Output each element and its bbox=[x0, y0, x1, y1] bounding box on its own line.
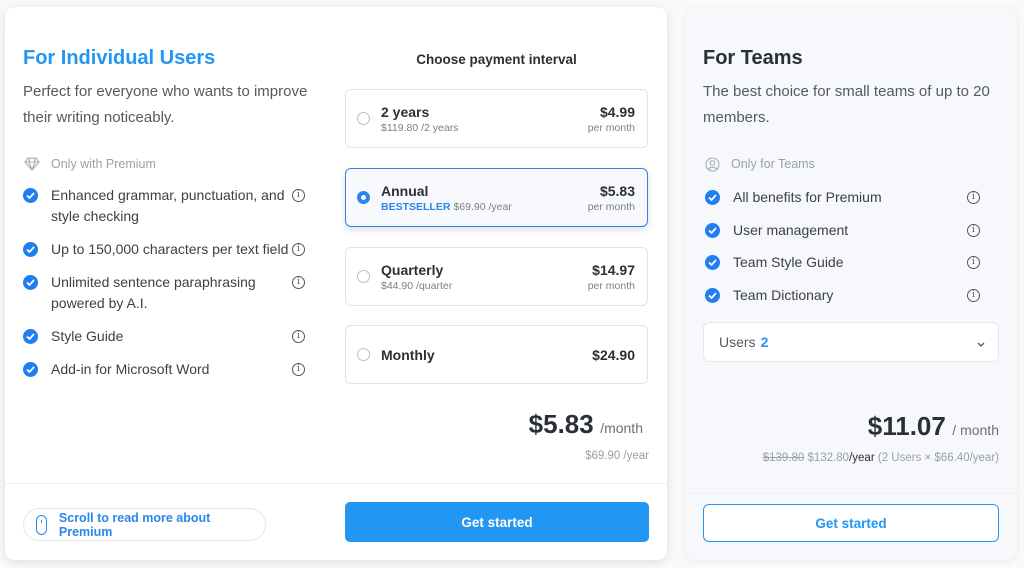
option-name: Monthly bbox=[381, 346, 435, 363]
option-price: $4.99 bbox=[599, 103, 635, 120]
feature-label: User management bbox=[733, 221, 849, 238]
premium-section-label: Only with Premium bbox=[23, 155, 156, 173]
teams-total-price: $11.07 / month bbox=[868, 411, 999, 442]
footer-divider bbox=[5, 483, 667, 484]
individual-total-price: $5.83 /month bbox=[529, 409, 643, 440]
check-circle-icon bbox=[23, 329, 38, 344]
info-icon[interactable]: i bbox=[967, 256, 980, 269]
teams-plan-subtitle: The best choice for small teams of up to… bbox=[703, 83, 990, 126]
users-count-select[interactable]: Users 2 bbox=[703, 322, 999, 362]
check-circle-icon bbox=[23, 242, 38, 257]
option-name: Quarterly bbox=[381, 261, 444, 278]
feature-item: Team Style Guide i bbox=[705, 252, 980, 273]
users-select-label: Users bbox=[719, 334, 756, 350]
premium-section-text: Only with Premium bbox=[51, 157, 156, 171]
bestseller-badge: BESTSELLER bbox=[381, 200, 451, 213]
scroll-hint-label: Scroll to read more about Premium bbox=[58, 510, 211, 539]
individual-feature-list: Enhanced grammar, punctuation, and style… bbox=[23, 185, 305, 392]
diamond-icon bbox=[23, 155, 41, 173]
feature-item: User management i bbox=[705, 220, 980, 241]
feature-label: Team Dictionary bbox=[733, 286, 834, 303]
info-icon[interactable]: i bbox=[292, 363, 305, 376]
check-circle-icon bbox=[705, 287, 720, 303]
feature-label: Unlimited sentence paraphrasing powered … bbox=[51, 274, 256, 311]
teams-plan-title: For Teams bbox=[703, 47, 803, 69]
check-circle-icon bbox=[23, 362, 38, 377]
interval-option-quarterly[interactable]: Quarterly $44.90 /quarter $14.97 per mon… bbox=[345, 247, 648, 306]
individual-plan-title: For Individual Users bbox=[23, 47, 216, 69]
teams-get-started-button[interactable]: Get started bbox=[703, 504, 999, 542]
total-price-unit: / month bbox=[952, 422, 999, 438]
info-icon[interactable]: i bbox=[292, 189, 305, 202]
info-icon[interactable]: i bbox=[292, 243, 305, 256]
option-per: per month bbox=[587, 279, 635, 292]
radio-button[interactable] bbox=[357, 270, 370, 283]
users-select-value: 2 bbox=[760, 334, 769, 350]
check-circle-icon bbox=[23, 188, 38, 203]
payment-interval-title: Choose payment interval bbox=[416, 52, 577, 67]
total-price-value: $5.83 bbox=[528, 409, 594, 439]
individual-plan-subtitle: Perfect for everyone who wants to improv… bbox=[23, 83, 308, 126]
info-icon[interactable]: i bbox=[967, 223, 980, 237]
option-price: $5.83 bbox=[599, 182, 635, 199]
individual-get-started-button[interactable]: Get started bbox=[345, 502, 649, 542]
individual-yearly-price: $69.90 /year bbox=[585, 450, 649, 462]
feature-label: Up to 150,000 characters per text field bbox=[51, 241, 289, 257]
feature-label: Enhanced grammar, punctuation, and style… bbox=[51, 187, 285, 224]
scroll-hint-button[interactable]: Scroll to read more about Premium bbox=[23, 508, 266, 541]
radio-button[interactable] bbox=[357, 112, 370, 125]
check-circle-icon bbox=[705, 255, 720, 270]
interval-option-2-years[interactable]: 2 years $119.80 /2 years $4.99 per month bbox=[345, 89, 648, 148]
feature-item: Style Guide i bbox=[23, 326, 305, 347]
option-subtotal: $44.90 /quarter bbox=[381, 279, 453, 292]
feature-label: Add-in for Microsoft Word bbox=[51, 361, 210, 377]
feature-label: Style Guide bbox=[51, 328, 124, 344]
teams-section-label: Only for Teams bbox=[703, 155, 815, 173]
total-price-value: $11.07 bbox=[867, 411, 946, 441]
option-per: per month bbox=[587, 121, 635, 134]
info-icon[interactable]: i bbox=[292, 276, 305, 289]
option-subtotal-text: $69.90 /year bbox=[453, 200, 512, 213]
interval-option-monthly[interactable]: Monthly $24.90 bbox=[345, 325, 648, 384]
user-circle-icon bbox=[703, 155, 721, 173]
feature-item: Team Dictionary i bbox=[705, 285, 980, 306]
check-circle-icon bbox=[23, 275, 38, 290]
per-year-label: /year bbox=[849, 452, 875, 464]
mouse-icon bbox=[36, 514, 47, 535]
users-breakdown: (2 Users × $66.40/year) bbox=[877, 452, 999, 464]
new-price: $132.80 bbox=[807, 452, 850, 464]
feature-item: All benefits for Premium i bbox=[705, 187, 980, 208]
check-circle-icon bbox=[705, 222, 720, 238]
chevron-down-icon bbox=[976, 336, 986, 347]
radio-button-selected[interactable] bbox=[357, 191, 370, 204]
total-price-unit: /month bbox=[600, 420, 643, 436]
feature-item: Enhanced grammar, punctuation, and style… bbox=[23, 185, 305, 227]
info-icon[interactable]: i bbox=[967, 288, 980, 302]
info-icon[interactable]: i bbox=[967, 191, 980, 204]
teams-section-text: Only for Teams bbox=[731, 157, 815, 171]
feature-label: Team Style Guide bbox=[733, 254, 844, 270]
info-icon[interactable]: i bbox=[292, 330, 305, 343]
option-subtotal: $119.80 /2 years bbox=[381, 121, 459, 134]
feature-item: Add-in for Microsoft Word i bbox=[23, 359, 305, 380]
check-circle-icon bbox=[705, 190, 720, 205]
teams-price-breakdown: $139.80 $132.80/year (2 Users × $66.40/y… bbox=[763, 452, 999, 464]
option-price: $14.97 bbox=[592, 261, 635, 278]
option-per: per month bbox=[587, 200, 635, 213]
teams-plan-card: For Teams The best choice for small team… bbox=[685, 7, 1017, 560]
feature-label: All benefits for Premium bbox=[733, 189, 882, 205]
feature-item: Unlimited sentence paraphrasing powered … bbox=[23, 272, 305, 314]
option-subtotal: BESTSELLER $69.90 /year bbox=[381, 200, 588, 214]
option-name: Annual bbox=[381, 182, 429, 199]
old-price: $139.80 bbox=[762, 452, 805, 464]
option-price: $24.90 bbox=[592, 346, 635, 363]
individual-plan-card: For Individual Users Perfect for everyon… bbox=[5, 7, 667, 560]
teams-feature-list: All benefits for Premium i User manageme… bbox=[705, 187, 980, 317]
interval-option-annual[interactable]: Annual BESTSELLER $69.90 /year $5.83 per … bbox=[345, 168, 648, 227]
radio-button[interactable] bbox=[357, 348, 370, 361]
feature-item: Up to 150,000 characters per text field … bbox=[23, 239, 305, 260]
option-name: 2 years bbox=[381, 103, 430, 120]
